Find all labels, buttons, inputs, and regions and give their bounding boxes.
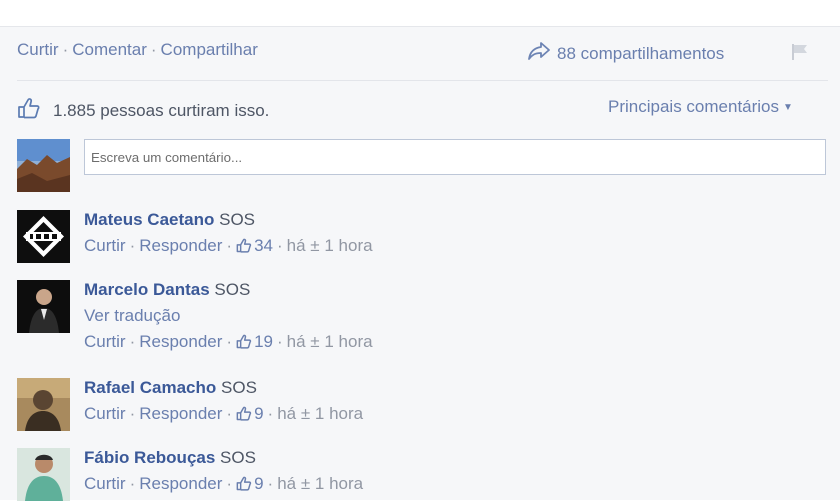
comment-likes[interactable]: 9 — [236, 474, 264, 493]
comment-meta: Curtir · Responder · 19 · há ± 1 hora — [84, 332, 373, 352]
comment-like-link[interactable]: Curtir — [84, 332, 126, 351]
timestamp[interactable]: há ± 1 hora — [277, 474, 363, 493]
commenter-name[interactable]: Fábio Rebouças — [84, 448, 215, 467]
comment-meta: Curtir · Responder · 34 · há ± 1 hora — [84, 236, 373, 256]
comment-text: SOS — [214, 280, 251, 299]
thumbs-up-icon — [236, 406, 252, 421]
comment-text: SOS — [220, 448, 256, 467]
avatar[interactable] — [17, 448, 70, 501]
avatar[interactable] — [17, 280, 70, 333]
divider — [17, 80, 828, 81]
thumbs-up-icon — [236, 238, 252, 253]
flag-icon[interactable] — [790, 43, 810, 66]
timestamp[interactable]: há ± 1 hora — [287, 332, 373, 351]
comment-input[interactable] — [84, 139, 826, 175]
shares-count[interactable]: 88 compartilhamentos — [527, 41, 724, 66]
sort-comments-dropdown[interactable]: Principais comentários ▼ — [608, 97, 793, 117]
top-bar — [0, 0, 840, 27]
like-link[interactable]: Curtir — [17, 40, 59, 59]
separator: · — [150, 40, 157, 59]
timestamp[interactable]: há ± 1 hora — [287, 236, 373, 255]
separator: · — [226, 332, 233, 351]
thumbs-up-icon — [236, 334, 252, 349]
reply-link[interactable]: Responder — [139, 404, 222, 423]
commenter-name[interactable]: Mateus Caetano — [84, 210, 214, 229]
separator: · — [129, 474, 136, 493]
likes-count: 9 — [254, 404, 264, 423]
comment-meta: Curtir · Responder · 9 · há ± 1 hora — [84, 404, 363, 424]
separator: · — [129, 236, 136, 255]
commenter-name[interactable]: Marcelo Dantas — [84, 280, 210, 299]
separator: · — [277, 236, 283, 255]
separator: · — [267, 474, 274, 493]
separator: · — [129, 332, 136, 351]
likes-count: 9 — [254, 474, 264, 493]
timestamp[interactable]: há ± 1 hora — [277, 404, 363, 423]
share-link[interactable]: Compartilhar — [161, 40, 258, 59]
avatar[interactable] — [17, 378, 70, 431]
shares-label: 88 compartilhamentos — [557, 43, 725, 63]
thumbs-up-icon — [236, 476, 252, 491]
separator: · — [267, 404, 274, 423]
caret-down-icon: ▼ — [783, 102, 793, 113]
separator: · — [226, 474, 233, 493]
reply-link[interactable]: Responder — [139, 236, 222, 255]
comment-text: SOS — [221, 378, 257, 397]
comment-likes[interactable]: 9 — [236, 404, 264, 423]
likes-count: 34 — [254, 236, 273, 255]
avatar[interactable] — [17, 210, 70, 263]
comment-like-link[interactable]: Curtir — [84, 474, 126, 493]
comment-like-link[interactable]: Curtir — [84, 236, 126, 255]
likes-count: 19 — [254, 332, 273, 351]
separator: · — [226, 404, 233, 423]
comment-likes[interactable]: 19 — [236, 332, 273, 351]
commenter-name[interactable]: Rafael Camacho — [84, 378, 216, 397]
separator: · — [62, 40, 69, 59]
reply-link[interactable]: Responder — [139, 332, 222, 351]
separator: · — [277, 332, 283, 351]
comment-meta: Curtir · Responder · 9 · há ± 1 hora — [84, 474, 363, 494]
separator: · — [129, 404, 136, 423]
comment-link[interactable]: Comentar — [72, 40, 147, 59]
separator: · — [226, 236, 233, 255]
see-translation-link[interactable]: Ver tradução — [84, 306, 373, 326]
likers-link[interactable]: 1.885 pessoas — [53, 101, 164, 121]
sort-label: Principais comentários — [608, 97, 780, 116]
comment-likes[interactable]: 34 — [236, 236, 273, 255]
share-arrow-icon — [527, 41, 557, 66]
thumbs-up-icon — [17, 97, 53, 124]
avatar — [17, 139, 70, 192]
reply-link[interactable]: Responder — [139, 474, 222, 493]
comment-like-link[interactable]: Curtir — [84, 404, 126, 423]
likes-text: curtiram isso. — [168, 100, 270, 120]
comment-text: SOS — [219, 210, 256, 229]
likes-summary: 1.885 pessoas curtiram isso. — [17, 97, 269, 124]
